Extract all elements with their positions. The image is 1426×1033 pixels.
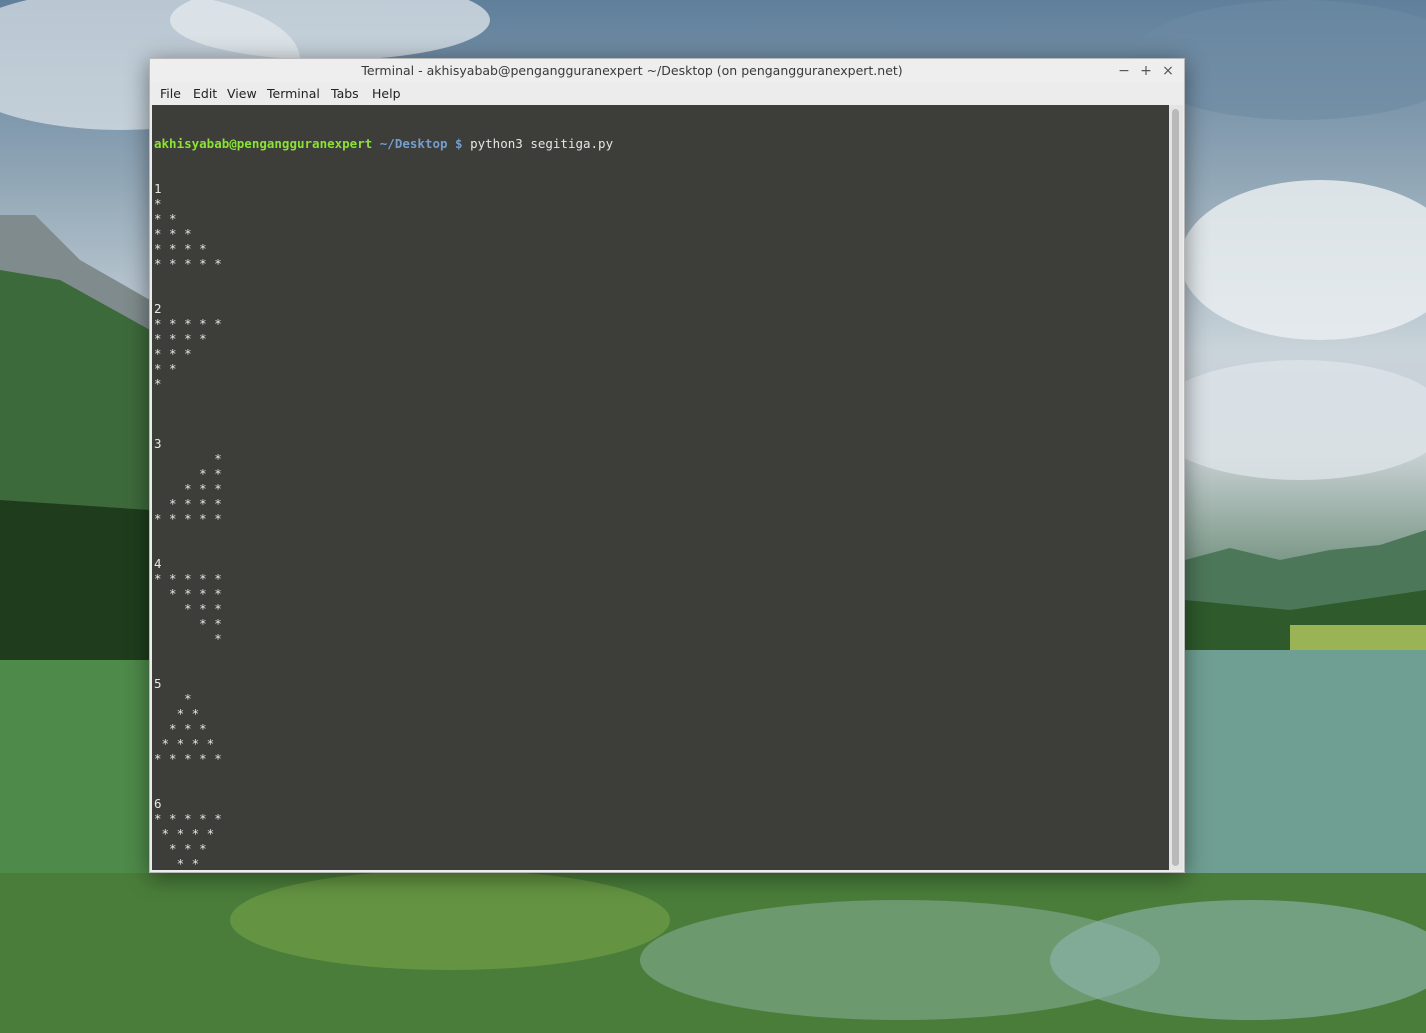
minimize-button[interactable]: − [1114, 61, 1134, 81]
menu-view[interactable]: View [223, 83, 261, 105]
output-line: 6 [154, 796, 162, 811]
output-line: * * * * * [154, 511, 222, 526]
output-line: 1 [154, 181, 162, 196]
output-line: * [154, 196, 162, 211]
output-line: * * * * [154, 331, 207, 346]
prompt-symbol: $ [455, 136, 463, 151]
output-line: 3 [154, 436, 162, 451]
menu-bar: File Edit View Terminal Tabs Help [150, 83, 1184, 105]
menu-terminal[interactable]: Terminal [263, 83, 324, 105]
output-line: * * * * * [154, 571, 222, 586]
output-line: * [154, 631, 222, 646]
program-output: 1 * * * * * * * * * * * * * * * 2 * * * * * * * … [154, 181, 613, 870]
output-line: 5 [154, 676, 162, 691]
terminal-output: akhisyabab@pengangguranexpert ~/Desktop … [154, 106, 613, 870]
prompt-user-host: akhisyabab@pengangguranexpert [154, 136, 373, 151]
window-title: Terminal - akhisyabab@pengangguranexpert… [361, 63, 903, 78]
output-line: * * * [154, 481, 222, 496]
prompt-path: ~/Desktop [379, 136, 448, 151]
maximize-button[interactable]: + [1136, 61, 1156, 81]
close-button[interactable]: × [1158, 61, 1178, 81]
title-bar[interactable]: Terminal - akhisyabab@pengangguranexpert… [150, 59, 1184, 83]
command-line: akhisyabab@pengangguranexpert ~/Desktop … [154, 136, 613, 151]
output-line: * * * [154, 601, 222, 616]
output-line: * * [154, 361, 177, 376]
output-line: * * * [154, 841, 207, 856]
output-line: 2 [154, 301, 162, 316]
output-line: * * * [154, 226, 192, 241]
output-line: * * * [154, 721, 207, 736]
terminal-window: Terminal - akhisyabab@pengangguranexpert… [149, 58, 1185, 873]
output-line: * * [154, 616, 222, 631]
terminal-area[interactable]: akhisyabab@pengangguranexpert ~/Desktop … [152, 105, 1169, 870]
output-line: * * * * * [154, 316, 222, 331]
output-line: * [154, 691, 192, 706]
output-line: * * * * [154, 241, 207, 256]
output-line: * * * * [154, 496, 222, 511]
output-line: 4 [154, 556, 162, 571]
menu-file[interactable]: File [156, 83, 185, 105]
output-line: * * * * * [154, 751, 222, 766]
output-line: * * [154, 211, 177, 226]
output-line: * * [154, 706, 200, 721]
command-text: python3 segitiga.py [470, 136, 614, 151]
menu-help[interactable]: Help [368, 83, 405, 105]
output-line: * [154, 376, 162, 391]
output-line: * * * * * [154, 811, 222, 826]
scrollbar[interactable] [1169, 105, 1183, 870]
menu-edit[interactable]: Edit [189, 83, 221, 105]
output-line: * * * * [154, 586, 222, 601]
output-line: * * * * * [154, 256, 222, 271]
output-line: * [154, 451, 222, 466]
output-line: * * [154, 466, 222, 481]
scrollbar-thumb[interactable] [1172, 109, 1179, 866]
menu-tabs[interactable]: Tabs [327, 83, 363, 105]
output-line: * * [154, 856, 200, 870]
output-line: * * * [154, 346, 192, 361]
output-line: * * * * [154, 826, 215, 841]
output-line: * * * * [154, 736, 215, 751]
